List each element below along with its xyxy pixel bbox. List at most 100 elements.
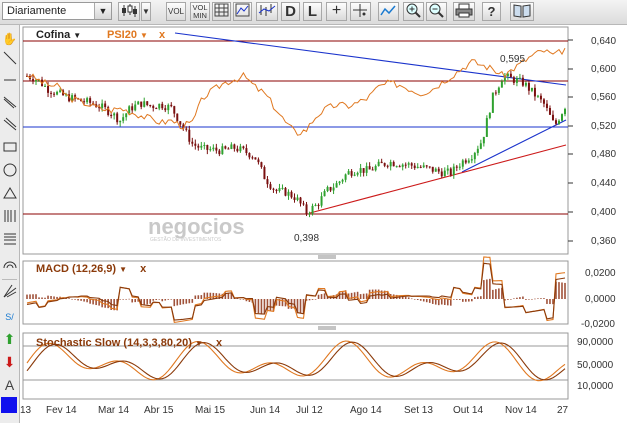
macd-bar [555, 281, 557, 299]
macd-bar [308, 299, 311, 301]
candle-body [521, 77, 524, 86]
chevron-down-icon: ▼ [142, 7, 150, 16]
candle-body [473, 152, 476, 160]
crosshair-button[interactable]: + [326, 2, 347, 21]
macd-bar [440, 299, 443, 305]
macd-bar [492, 289, 494, 299]
macd-bar [110, 299, 112, 310]
color-swatch[interactable] [1, 397, 17, 413]
remove-macd-button[interactable]: x [140, 263, 146, 275]
candle-body [116, 113, 119, 123]
fibonacci-horizontal-icon[interactable] [1, 232, 18, 252]
stoch-label[interactable]: Stochastic Slow (14,3,3,80,20) ▼ x [36, 337, 222, 349]
fan-lines-icon[interactable] [1, 284, 18, 304]
daily-d-button[interactable]: D [281, 2, 300, 21]
main-panel-frame [22, 26, 569, 255]
candle-body [395, 166, 398, 168]
grid-button[interactable] [212, 2, 231, 21]
indicator-button[interactable] [233, 2, 252, 21]
circle-tool-icon[interactable] [1, 163, 18, 183]
book-button[interactable] [510, 2, 534, 21]
fibonacci-vertical-icon[interactable] [1, 209, 18, 229]
macd-histogram [26, 278, 566, 315]
arrow-down-icon[interactable]: ⬇ [1, 352, 18, 372]
macd-bar [504, 299, 506, 301]
chevron-down-icon[interactable]: ▼ [94, 3, 111, 19]
horizontal-line-icon[interactable] [1, 73, 18, 93]
dollar-annotation-icon[interactable]: S/ [1, 307, 18, 327]
main-y-ticks [568, 39, 573, 242]
candle-body [146, 101, 149, 106]
help-button[interactable]: ? [482, 2, 501, 21]
candle-body [461, 160, 464, 167]
candle-body [320, 196, 323, 206]
macd-bar [434, 299, 437, 305]
macd-bar [200, 295, 203, 299]
ray-tool-icon[interactable] [1, 95, 18, 115]
candlestick-series [26, 70, 566, 218]
candle-body [365, 166, 368, 173]
print-button[interactable] [453, 2, 475, 21]
crosshair-plus-button[interactable] [350, 2, 371, 21]
watermark-logo: negocios [148, 214, 245, 239]
chart-type-dropdown[interactable]: ▼ [141, 2, 151, 21]
macd-bar [149, 299, 152, 304]
macd-bar [224, 292, 227, 299]
arrow-up-icon[interactable]: ⬆ [1, 329, 18, 349]
candle-body [236, 148, 239, 152]
candle-body [68, 94, 71, 102]
candle-body [464, 160, 467, 163]
line-tool-icon[interactable] [1, 51, 18, 71]
candle-body [92, 102, 95, 105]
triangle-tool-icon[interactable] [1, 186, 18, 206]
rectangle-tool-icon[interactable] [1, 140, 18, 160]
draw-line-button[interactable] [378, 2, 399, 21]
candle-body [140, 101, 143, 107]
candle-body [458, 166, 461, 168]
macd-bar [549, 299, 551, 305]
symbol-select[interactable]: Cofina ▼ [36, 29, 81, 41]
remove-stoch-button[interactable]: x [216, 337, 222, 349]
y-tick: 0,0200 [585, 268, 616, 279]
remove-compare-button[interactable]: x [159, 29, 165, 41]
arc-tool-icon[interactable] [1, 255, 18, 275]
x-tick: Fev 14 [46, 405, 77, 416]
drawing-tools-strip: ✋ S/ ⬆ ⬇ A [0, 25, 20, 423]
candlestick-chart-button[interactable] [118, 2, 140, 21]
macd-bar [522, 296, 524, 299]
macd-bar [449, 299, 452, 306]
x-tick: Nov 14 [505, 405, 537, 416]
hand-pointer-icon[interactable]: ✋ [1, 29, 18, 49]
zoom-in-button[interactable] [403, 2, 424, 21]
parallel-lines-icon[interactable] [1, 117, 18, 137]
candle-body [488, 112, 491, 119]
candle-body [380, 161, 383, 164]
candle-body [266, 179, 269, 185]
volume-min-button[interactable]: VOL MIN [190, 2, 210, 21]
macd-bar [455, 299, 458, 300]
volume-button[interactable]: VOL [166, 2, 186, 21]
macd-bar [534, 298, 536, 300]
candle-body [83, 101, 86, 103]
trend-line-support-blue [461, 119, 567, 173]
macd-label[interactable]: MACD (12,26,9) ▼ x [36, 263, 146, 275]
log-l-button[interactable]: L [303, 2, 322, 21]
macd-bar [495, 289, 497, 299]
period-select[interactable]: Diariamente ▼ [2, 2, 112, 20]
x-tick: Out 14 [453, 405, 483, 416]
zoom-out-button[interactable] [426, 2, 447, 21]
macd-bar [443, 299, 446, 305]
trend-line-descending [174, 32, 567, 86]
macd-bar [516, 297, 518, 299]
macd-bar [498, 288, 500, 299]
compare-button[interactable] [256, 2, 278, 21]
macd-bar [269, 299, 272, 311]
macd-bar [230, 293, 233, 299]
text-tool-icon[interactable]: A [1, 375, 18, 395]
candle-body [65, 94, 68, 96]
compare-symbol-select[interactable]: PSI20 ▼ x [107, 29, 165, 41]
candle-body [167, 104, 170, 111]
main-splitter [318, 255, 336, 259]
candle-body [536, 95, 539, 97]
candle-body [455, 166, 458, 168]
